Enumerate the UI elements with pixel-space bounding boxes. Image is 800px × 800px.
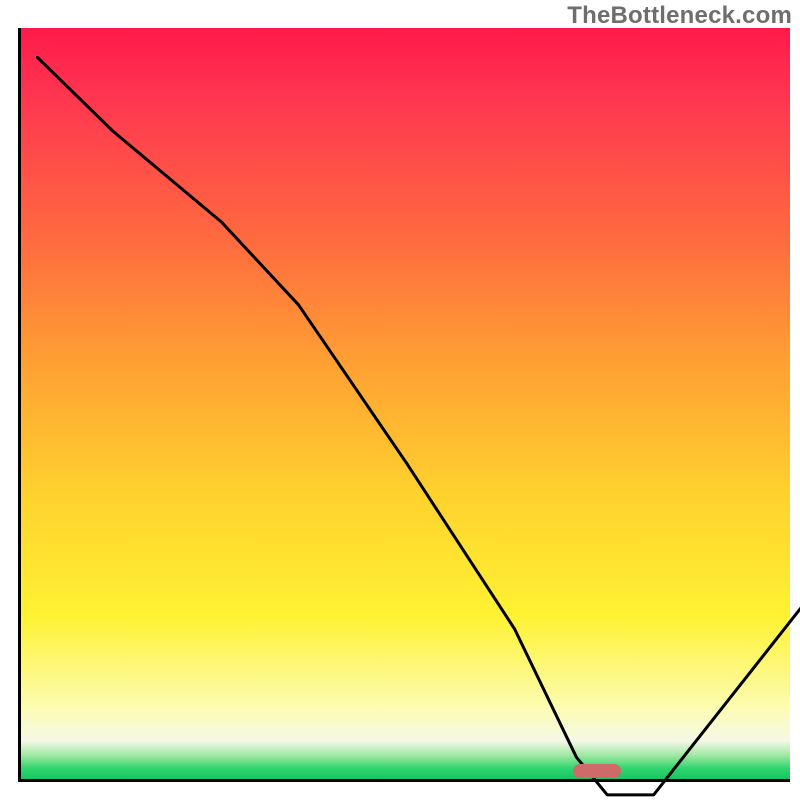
- chart-canvas: TheBottleneck.com: [0, 0, 800, 800]
- x-axis: [18, 779, 790, 782]
- y-axis: [18, 28, 21, 782]
- plot-area: [18, 28, 790, 782]
- curve-layer: [36, 56, 800, 800]
- optimum-marker: [573, 764, 621, 778]
- watermark-text: TheBottleneck.com: [567, 2, 792, 30]
- bottleneck-curve-path: [36, 56, 800, 795]
